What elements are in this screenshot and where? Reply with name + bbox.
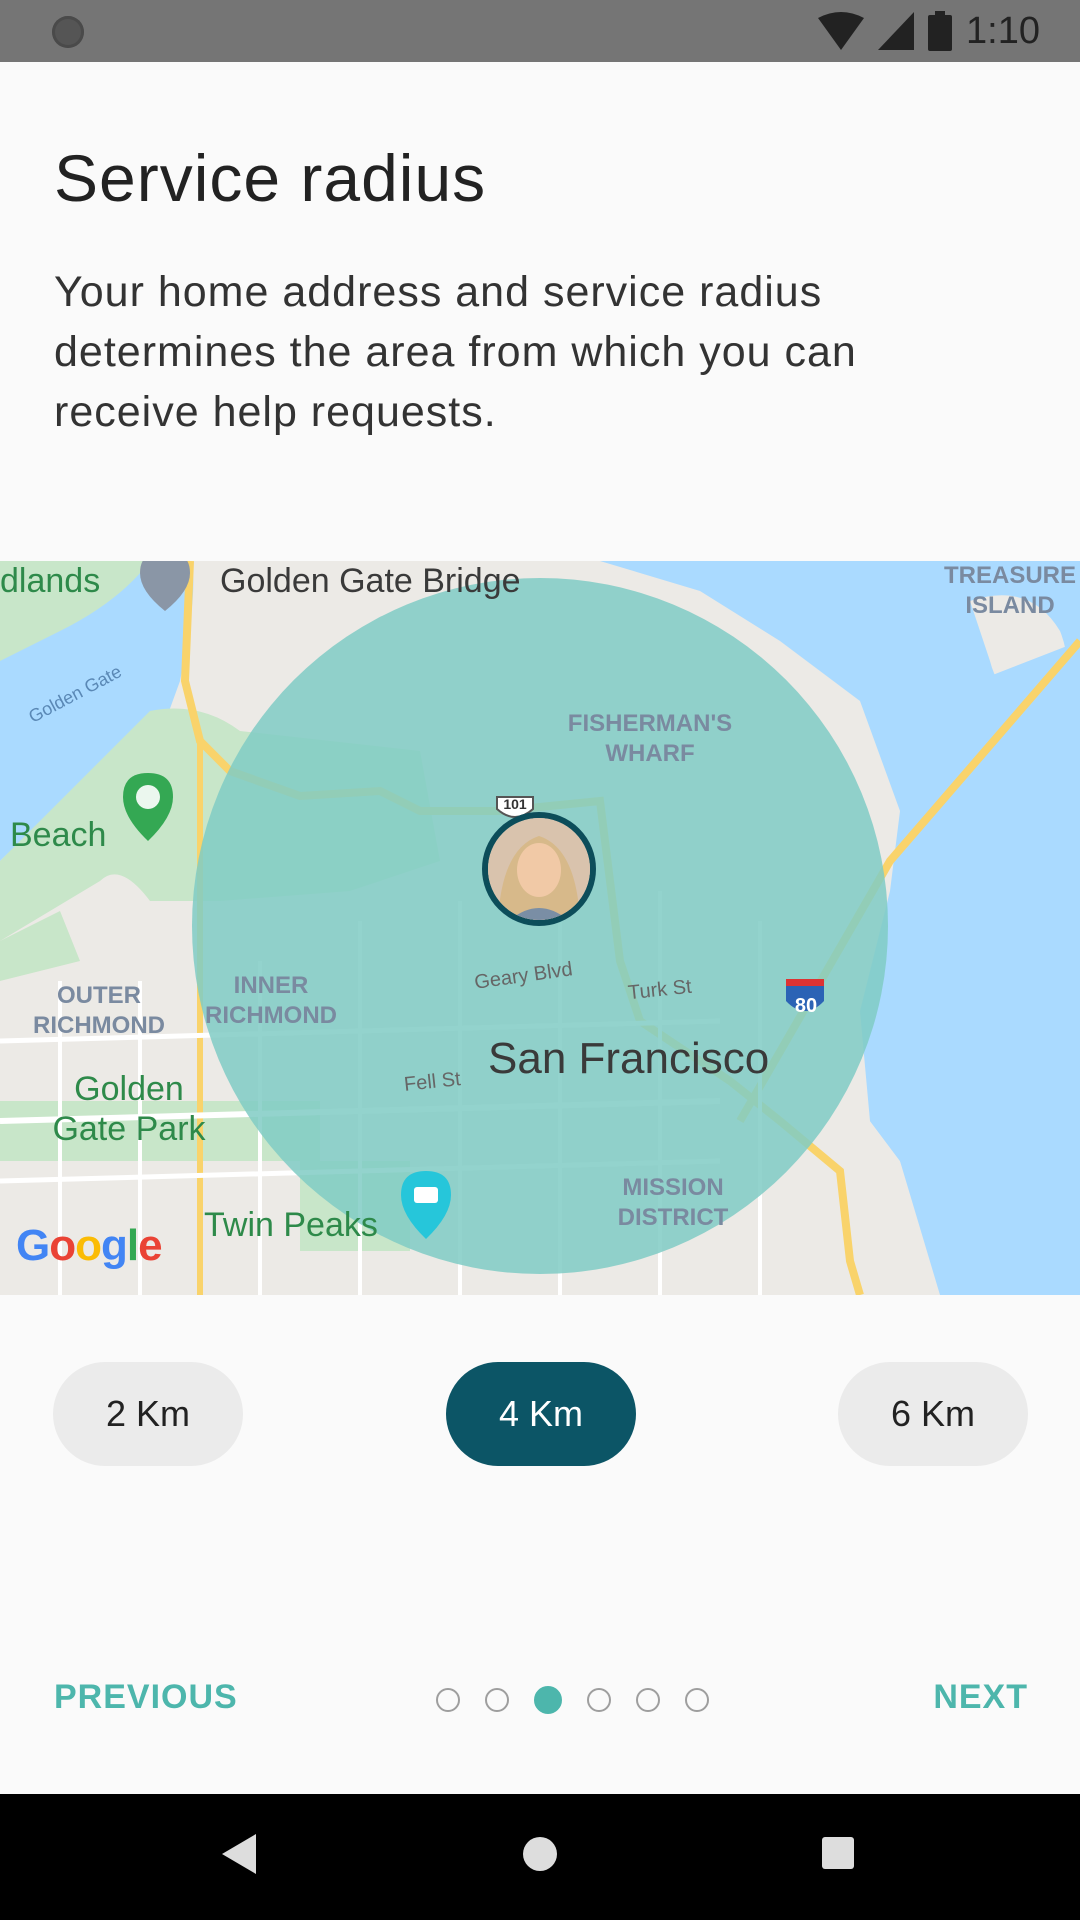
page-dot-3-active xyxy=(534,1686,562,1714)
previous-button[interactable]: PREVIOUS xyxy=(54,1678,238,1717)
map-label-fishermans-wharf: FISHERMAN'S WHARF xyxy=(567,710,733,767)
page-description: Your home address and service radius det… xyxy=(54,268,857,436)
radius-2km-button[interactable]: 2 Km xyxy=(53,1362,243,1466)
page-dot-1 xyxy=(436,1688,460,1712)
map-label-golden-gate-park: Golden Gate Park xyxy=(52,1070,206,1148)
status-bar: 1:10 xyxy=(0,0,1080,62)
back-icon[interactable] xyxy=(222,1834,258,1874)
map-label-beach: Beach xyxy=(10,816,107,854)
notification-icon xyxy=(52,16,84,48)
avatar-photo xyxy=(488,818,590,920)
map-label-treasure-island: TREASURE ISLAND xyxy=(943,562,1076,619)
wifi-icon xyxy=(818,12,865,50)
page-dot-4 xyxy=(587,1688,611,1712)
home-location-avatar[interactable] xyxy=(482,812,596,926)
page-dot-6 xyxy=(685,1688,709,1712)
service-area-map[interactable]: Golden Gate Bridge dlands TREASURE ISLAN… xyxy=(0,561,1080,1295)
map-label-mission-district: MISSION DISTRICT xyxy=(617,1174,729,1231)
page-dot-5 xyxy=(636,1688,660,1712)
map-label-highlands: dlands xyxy=(0,562,101,600)
highway-101-shield: 101 xyxy=(503,796,527,812)
next-button[interactable]: NEXT xyxy=(933,1678,1028,1717)
recents-icon[interactable] xyxy=(822,1837,854,1869)
map-label-outer-richmond: OUTER RICHMOND xyxy=(33,982,165,1039)
page-dot-2 xyxy=(485,1688,509,1712)
map-label-golden-gate-bridge: Golden Gate Bridge xyxy=(220,562,521,600)
home-icon[interactable] xyxy=(522,1836,558,1872)
battery-icon xyxy=(928,11,953,51)
cell-signal-icon xyxy=(878,12,915,50)
radius-6km-button[interactable]: 6 Km xyxy=(838,1362,1028,1466)
map-label-twin-peaks: Twin Peaks xyxy=(204,1206,378,1244)
map-label-san-francisco: San Francisco xyxy=(488,1034,770,1083)
interstate-80-shield: 80 xyxy=(794,995,818,1017)
radius-4km-button[interactable]: 4 Km xyxy=(446,1362,636,1466)
map-background xyxy=(0,561,1080,1295)
status-time: 1:10 xyxy=(966,9,1040,52)
google-attribution: Google xyxy=(16,1221,163,1270)
map-label-inner-richmond: INNER RICHMOND xyxy=(205,972,337,1029)
system-navigation-bar xyxy=(0,1794,1080,1920)
map-label-fell-st: Fell St xyxy=(403,1068,462,1096)
status-icons: 1:10 xyxy=(818,10,1040,52)
page-indicator xyxy=(436,1686,709,1714)
page-title: Service radius xyxy=(54,141,487,215)
